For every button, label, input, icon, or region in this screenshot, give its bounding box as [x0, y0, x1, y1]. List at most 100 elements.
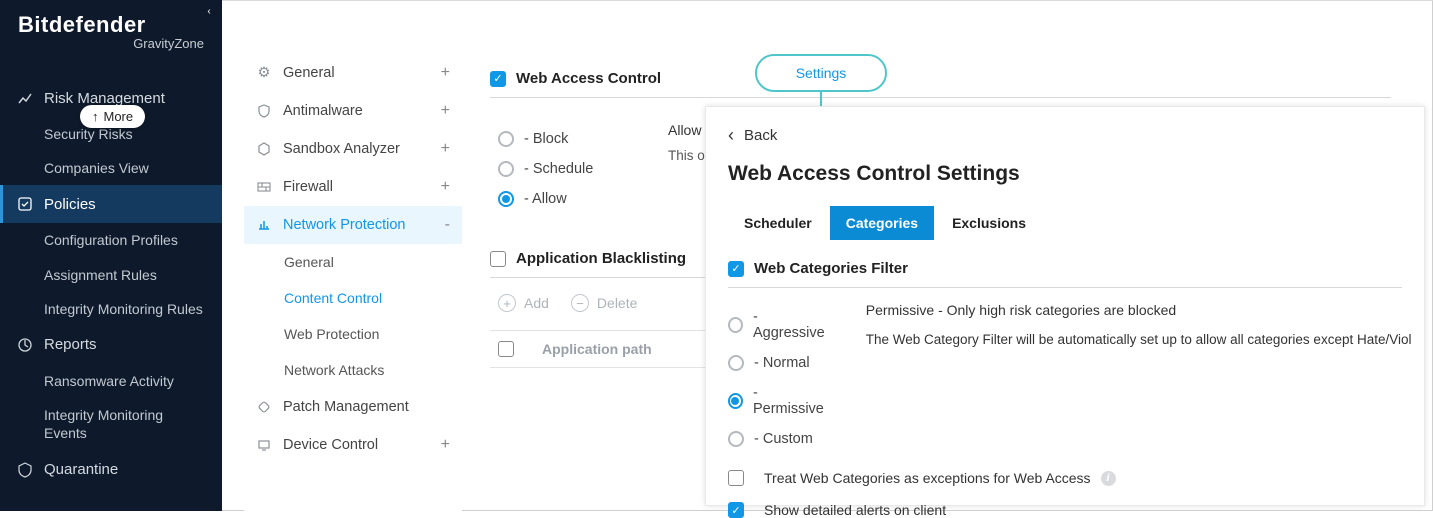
- treat-as-exceptions-row[interactable]: Treat Web Categories as exceptions for W…: [728, 470, 1402, 486]
- add-button[interactable]: + Add: [498, 294, 549, 312]
- nav-assignment-rules[interactable]: Assignment Rules: [0, 258, 222, 292]
- filter-title: Web Categories Filter: [754, 260, 908, 277]
- show-alerts-label: Show detailed alerts on client: [764, 502, 946, 518]
- nav-label: Risk Management: [44, 90, 165, 107]
- sandbox-icon: [256, 141, 272, 157]
- firewall-icon: [256, 179, 272, 195]
- filter-desc-line1: Permissive - Only high risk categories a…: [866, 302, 1412, 318]
- radio-label: - Allow: [524, 191, 567, 207]
- filter-desc-line2: The Web Category Filter will be automati…: [866, 332, 1412, 347]
- menu-firewall[interactable]: Firewall +: [244, 168, 462, 206]
- nav-policies[interactable]: Policies: [0, 185, 222, 223]
- level-aggressive[interactable]: - Aggressive: [728, 302, 826, 348]
- radio-label: - Permissive: [753, 385, 826, 417]
- menu-sandbox[interactable]: Sandbox Analyzer +: [244, 130, 462, 168]
- menu-device-control[interactable]: Device Control +: [244, 426, 462, 464]
- radio-icon: [728, 393, 743, 409]
- menu-label: General: [283, 65, 335, 81]
- plus-icon: +: [498, 294, 516, 312]
- nav-integrity-rules[interactable]: Integrity Monitoring Rules: [0, 292, 222, 326]
- nav-label: Quarantine: [44, 461, 118, 478]
- tab-exclusions[interactable]: Exclusions: [936, 206, 1042, 240]
- main-nav: Risk Management Security Risks Companies…: [0, 79, 222, 489]
- menu-general[interactable]: ⚙ General +: [244, 54, 462, 92]
- menu-patch-management[interactable]: Patch Management: [244, 388, 462, 426]
- nav-ransomware-activity[interactable]: Ransomware Activity: [0, 364, 222, 398]
- delete-button[interactable]: −Delete: [571, 294, 637, 312]
- radio-schedule[interactable]: - Schedule: [498, 154, 668, 184]
- nav-reports[interactable]: Reports: [0, 326, 222, 364]
- submenu-content-control[interactable]: Content Control: [244, 280, 462, 316]
- patch-icon: [256, 399, 272, 415]
- menu-label: Patch Management: [283, 399, 409, 415]
- menu-label: Antimalware: [283, 103, 363, 119]
- expand-icon[interactable]: +: [441, 64, 450, 82]
- nav-integrity-events[interactable]: Integrity Monitoring Events: [0, 398, 222, 450]
- tab-scheduler[interactable]: Scheduler: [728, 206, 828, 240]
- sidebar-collapse-button[interactable]: ‹: [202, 6, 216, 20]
- quarantine-icon: [16, 461, 34, 479]
- brand-product: GravityZone: [18, 36, 204, 51]
- allow-heading: Allow: [668, 122, 705, 138]
- wac-checkbox[interactable]: ✓: [490, 71, 506, 87]
- nav-quarantine[interactable]: Quarantine: [0, 451, 222, 489]
- expand-icon[interactable]: +: [441, 436, 450, 454]
- level-normal[interactable]: - Normal: [728, 348, 826, 378]
- policy-menu: ⚙ General + Antimalware + Sandbox Analyz…: [244, 54, 462, 511]
- menu-label: Network Protection: [283, 217, 406, 233]
- add-label: Add: [524, 295, 549, 311]
- select-all-checkbox[interactable]: [498, 341, 514, 357]
- back-button[interactable]: ‹ Back: [728, 125, 1402, 146]
- expand-icon[interactable]: +: [441, 140, 450, 158]
- nav-label: Policies: [44, 196, 96, 213]
- menu-network-protection[interactable]: Network Protection -: [244, 206, 462, 244]
- device-icon: [256, 437, 272, 453]
- submenu-network-attacks[interactable]: Network Attacks: [244, 352, 462, 388]
- radio-icon: [498, 131, 514, 147]
- wac-section-header: ✓ Web Access Control: [490, 64, 1391, 98]
- show-alerts-row[interactable]: ✓ Show detailed alerts on client: [728, 502, 1402, 518]
- filter-description: Permissive - Only high risk categories a…: [866, 302, 1412, 454]
- radio-allow[interactable]: - Allow: [498, 184, 668, 214]
- submenu-general[interactable]: General: [244, 244, 462, 280]
- brand-name: Bitdefender: [18, 12, 204, 38]
- treat-exceptions-checkbox[interactable]: [728, 470, 744, 486]
- expand-icon[interactable]: +: [441, 102, 450, 120]
- wac-mode-group: - Block - Schedule - Allow: [498, 124, 668, 214]
- nav-companies-view[interactable]: Companies View: [0, 151, 222, 185]
- level-custom[interactable]: - Custom: [728, 424, 826, 454]
- info-icon[interactable]: i: [1101, 471, 1116, 486]
- wac-title: Web Access Control: [516, 70, 661, 87]
- network-icon: [256, 217, 272, 233]
- radio-icon: [498, 191, 514, 207]
- nav-config-profiles[interactable]: Configuration Profiles: [0, 223, 222, 257]
- logo-area: Bitdefender GravityZone: [0, 0, 222, 61]
- wac-settings-popover: ‹ Back Web Access Control Settings Sched…: [705, 106, 1425, 506]
- web-categories-filter-checkbox[interactable]: ✓: [728, 261, 744, 277]
- collapse-icon[interactable]: -: [445, 216, 450, 234]
- gear-icon: ⚙: [256, 65, 272, 81]
- antimalware-icon: [256, 103, 272, 119]
- main-sidebar: Bitdefender GravityZone ‹ Risk Managemen…: [0, 0, 222, 511]
- menu-label: Device Control: [283, 437, 378, 453]
- submenu-web-protection[interactable]: Web Protection: [244, 316, 462, 352]
- filter-level-group: - Aggressive - Normal - Permissive - Cus…: [728, 302, 826, 454]
- settings-link-highlight: Settings: [755, 54, 887, 92]
- settings-link[interactable]: Settings: [796, 65, 847, 81]
- tab-categories[interactable]: Categories: [830, 206, 934, 240]
- popover-title: Web Access Control Settings: [728, 162, 1402, 186]
- allow-desc: This o: [668, 148, 705, 163]
- radio-block[interactable]: - Block: [498, 124, 668, 154]
- menu-antimalware[interactable]: Antimalware +: [244, 92, 462, 130]
- radio-icon: [498, 161, 514, 177]
- reports-icon: [16, 336, 34, 354]
- top-divider: [222, 0, 1433, 1]
- show-alerts-checkbox[interactable]: ✓: [728, 502, 744, 518]
- radio-label: - Aggressive: [753, 309, 826, 341]
- level-permissive[interactable]: - Permissive: [728, 378, 826, 424]
- menu-label: Sandbox Analyzer: [283, 141, 400, 157]
- filter-header: ✓ Web Categories Filter: [728, 260, 1402, 288]
- app-blacklist-checkbox[interactable]: [490, 251, 506, 267]
- more-pill[interactable]: ↑ More: [80, 105, 145, 128]
- expand-icon[interactable]: +: [441, 178, 450, 196]
